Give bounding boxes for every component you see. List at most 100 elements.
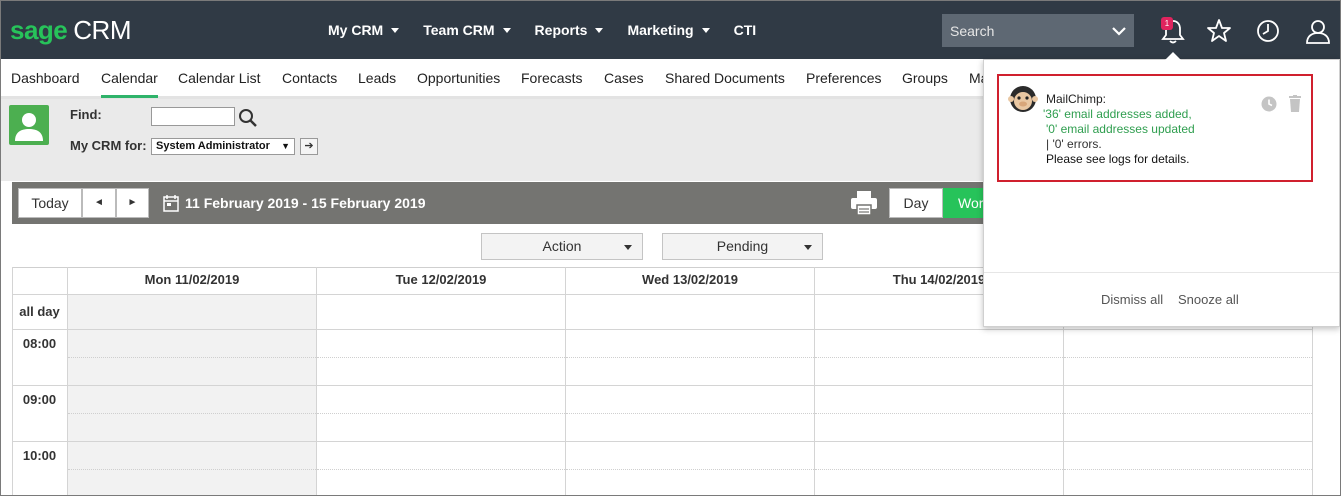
favorites-star-icon[interactable] (1205, 17, 1233, 45)
action-filter-dropdown[interactable]: Action (481, 233, 643, 260)
time-slot-cell[interactable] (317, 386, 566, 442)
day-header-wed[interactable]: Wed 13/02/2019 (566, 267, 815, 295)
user-select[interactable]: System Administrator ▼ (151, 138, 295, 155)
sage-crm-window: sage CRM My CRM Team CRM Reports Marketin… (0, 0, 1341, 496)
time-slot-cell[interactable] (815, 330, 1064, 386)
day-header-mon[interactable]: Mon 11/02/2019 (68, 267, 317, 295)
snooze-all-link[interactable]: Snooze all (1178, 292, 1239, 307)
half-hour-divider (566, 469, 814, 470)
time-slot-cell[interactable] (815, 442, 1064, 495)
menu-my-crm[interactable]: My CRM (328, 22, 400, 38)
snooze-clock-icon[interactable] (1261, 96, 1277, 112)
tab-calendar-list[interactable]: Calendar List (178, 70, 261, 86)
previous-week-button[interactable]: ◄ (82, 188, 116, 218)
mailchimp-logo-icon (1008, 86, 1038, 112)
date-range-label: 11 February 2019 - 15 February 2019 (185, 195, 426, 211)
avatar (9, 105, 49, 145)
time-label: 09:00 (12, 386, 68, 442)
status-filter-label: Pending (716, 238, 769, 254)
tab-leads[interactable]: Leads (358, 70, 396, 86)
menu-reports-label: Reports (534, 22, 588, 38)
tab-opportunities[interactable]: Opportunities (417, 70, 500, 86)
time-slot-cell[interactable] (1064, 442, 1313, 495)
chevron-down-icon (701, 27, 710, 33)
time-slot-cell[interactable] (68, 330, 317, 386)
print-icon[interactable] (850, 190, 878, 216)
notification-line-logs: Please see logs for details. (1046, 152, 1190, 166)
day-view-button[interactable]: Day (889, 188, 943, 218)
user-silhouette-icon (15, 113, 43, 141)
search-placeholder: Search (950, 22, 995, 39)
all-day-cell-tue[interactable] (317, 295, 566, 330)
half-hour-divider (1064, 413, 1312, 414)
time-slot-cell[interactable] (815, 386, 1064, 442)
tab-forecasts[interactable]: Forecasts (521, 70, 582, 86)
main-menu: My CRM Team CRM Reports Marketing CTI (328, 1, 780, 59)
tab-cases[interactable]: Cases (604, 70, 644, 86)
all-day-cell-mon[interactable] (68, 295, 317, 330)
menu-team-crm-label: Team CRM (423, 22, 495, 38)
my-crm-for-label: My CRM for: (70, 138, 147, 153)
search-dropdown-chevron-icon[interactable] (1104, 14, 1134, 47)
find-input[interactable] (151, 107, 235, 126)
delete-trash-icon[interactable] (1288, 95, 1302, 112)
user-select-value: System Administrator (156, 140, 270, 152)
sage-crm-logo[interactable]: sage CRM (10, 15, 131, 45)
all-day-label: all day (12, 295, 68, 330)
tab-shared-documents[interactable]: Shared Documents (665, 70, 785, 86)
chevron-down-icon (502, 27, 511, 33)
time-slot-cell[interactable] (1064, 330, 1313, 386)
time-slot-cell[interactable] (317, 442, 566, 495)
notification-count-badge: 1 (1161, 17, 1173, 30)
half-hour-divider (815, 413, 1063, 414)
notification-card[interactable]: MailChimp: '36' email addresses added, '… (997, 74, 1313, 182)
action-filter-label: Action (542, 238, 582, 254)
search-icon[interactable] (238, 108, 258, 128)
half-hour-divider (68, 469, 316, 470)
time-slot-cell[interactable] (566, 330, 815, 386)
today-button[interactable]: Today (18, 188, 82, 218)
user-profile-icon[interactable] (1304, 17, 1332, 45)
half-hour-divider (566, 357, 814, 358)
time-slot-cell[interactable] (566, 386, 815, 442)
recent-clock-icon[interactable] (1254, 17, 1282, 45)
time-slot-cell[interactable] (317, 330, 566, 386)
half-hour-divider (815, 469, 1063, 470)
notification-line-updated: '0' email addresses updated (1046, 122, 1195, 136)
chevron-down-icon (595, 27, 604, 33)
dismiss-all-link[interactable]: Dismiss all (1101, 292, 1163, 307)
popup-divider (984, 272, 1339, 273)
menu-marketing[interactable]: Marketing (627, 22, 710, 38)
notifications-panel: MailChimp: '36' email addresses added, '… (983, 52, 1340, 327)
time-label: 08:00 (12, 330, 68, 386)
menu-team-crm[interactable]: Team CRM (423, 22, 511, 38)
logo-crm-text: CRM (73, 15, 131, 45)
time-slot-cell[interactable] (566, 442, 815, 495)
tab-preferences[interactable]: Preferences (806, 70, 881, 86)
search-box[interactable]: Search (942, 14, 1134, 47)
chevron-down-icon (391, 27, 400, 33)
day-header-tue[interactable]: Tue 12/02/2019 (317, 267, 566, 295)
menu-cti-label: CTI (733, 22, 757, 38)
go-button[interactable]: ➔ (300, 138, 318, 155)
all-day-cell-wed[interactable] (566, 295, 815, 330)
menu-cti[interactable]: CTI (734, 22, 757, 38)
time-slot-cell[interactable] (68, 386, 317, 442)
chevron-down-icon (804, 245, 812, 250)
next-week-button[interactable]: ► (116, 188, 149, 218)
menu-my-crm-label: My CRM (328, 22, 384, 38)
status-filter-dropdown[interactable]: Pending (662, 233, 823, 260)
time-slot-cell[interactable] (1064, 386, 1313, 442)
time-slot-cell[interactable] (68, 442, 317, 495)
half-hour-divider (317, 413, 565, 414)
half-hour-divider (1064, 357, 1312, 358)
notification-line-errors: | '0' errors. (1046, 137, 1102, 151)
tab-groups[interactable]: Groups (902, 70, 948, 86)
half-hour-divider (815, 357, 1063, 358)
tab-contacts[interactable]: Contacts (282, 70, 337, 86)
tab-dashboard[interactable]: Dashboard (11, 70, 80, 86)
logo-sage-text: sage (10, 15, 68, 45)
menu-reports[interactable]: Reports (535, 22, 604, 38)
tab-calendar[interactable]: Calendar (101, 70, 158, 98)
popup-arrow (1165, 52, 1181, 60)
